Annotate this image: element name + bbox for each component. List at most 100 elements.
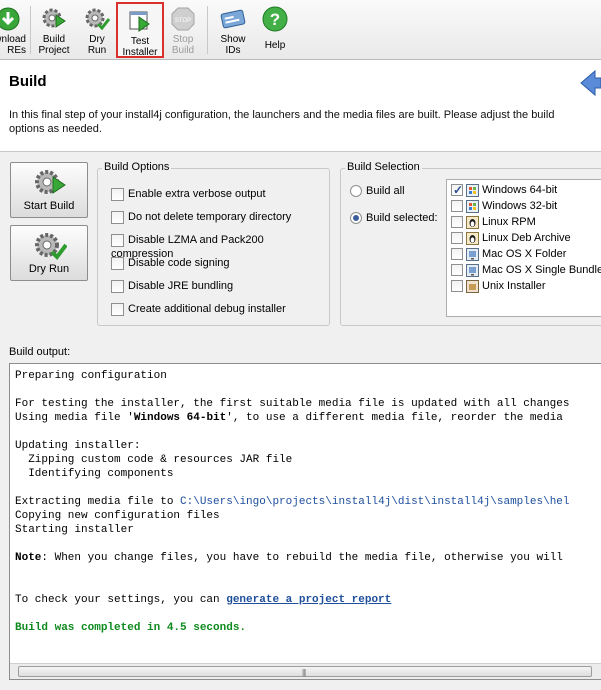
dry-run-gear-icon [35, 233, 67, 261]
option-label: Create additional debug installer [128, 303, 286, 316]
checkbox[interactable] [111, 210, 124, 224]
option-debug-installer[interactable]: Create additional debug installer [111, 302, 286, 318]
checkbox[interactable] [451, 216, 463, 229]
output-line: Updating installer: [15, 440, 141, 452]
generate-report-link[interactable]: generate a project report [226, 594, 391, 606]
output-line: Starting installer [15, 524, 134, 536]
option-label: Disable code signing [128, 257, 230, 270]
radio-button[interactable] [350, 212, 362, 225]
media-label: Linux Deb Archive [482, 232, 571, 245]
radio-label: Build all [366, 185, 405, 198]
option-keep-temp-dir[interactable]: Do not delete temporary directory [111, 210, 291, 226]
toolbar-label: wnload REs [0, 34, 26, 56]
build-gear-icon [35, 170, 66, 194]
option-disable-jre-bundling[interactable]: Disable JRE bundling [111, 279, 233, 295]
option-label: Disable JRE bundling [128, 280, 234, 293]
output-line: Extracting media file to C:\Users\ingo\p… [15, 495, 570, 509]
dry-run-label: Dry Run [28, 263, 70, 275]
page-description: In this final step of your install4j con… [9, 109, 555, 135]
output-line: Note: When you change files, you have to… [15, 551, 563, 565]
output-line: Copying new configuration files [15, 510, 220, 522]
media-file-list[interactable]: Windows 64-bit Windows 32-bit Linux RPM … [446, 179, 601, 317]
list-item[interactable]: Mac OS X Single Bundle [451, 262, 601, 278]
toolbar-separator [207, 6, 208, 54]
option-disable-code-signing[interactable]: Disable code signing [111, 256, 230, 272]
output-text: Extracting media file to [15, 496, 181, 508]
windows-media-icon [466, 183, 479, 197]
scrollbar-thumb[interactable]: ||| [18, 666, 592, 677]
back-arrow-icon[interactable] [579, 69, 601, 97]
build-options-title: Build Options [102, 161, 172, 173]
show-ids-button[interactable]: Show IDs [214, 2, 252, 58]
build-options-group: Build Options Enable extra verbose outpu… [97, 161, 330, 326]
checkbox[interactable] [111, 302, 124, 316]
list-item[interactable]: Unix Installer [451, 278, 546, 294]
output-line: Preparing configuration [15, 370, 167, 382]
windows-media-icon [466, 199, 479, 213]
build-selected-radio[interactable]: Build selected: [350, 211, 438, 227]
list-item[interactable]: Windows 64-bit [451, 182, 557, 198]
output-line: For testing the installer, the first sui… [15, 398, 570, 410]
option-verbose-output[interactable]: Enable extra verbose output [111, 187, 266, 203]
build-all-radio[interactable]: Build all [350, 184, 405, 200]
option-label: Enable extra verbose output [128, 188, 266, 201]
output-path-link[interactable]: C:\Users\ingo\projects\install4j\dist\in… [180, 496, 569, 508]
list-item[interactable]: Windows 32-bit [451, 198, 557, 214]
media-label: Linux RPM [482, 216, 536, 229]
grip-icon: ||| [302, 668, 306, 677]
build-status-line: Build was completed in 4.5 seconds. [15, 622, 247, 634]
mac-media-icon [466, 263, 479, 277]
media-label: Windows 64-bit [482, 184, 558, 197]
list-item[interactable]: Mac OS X Folder [451, 246, 566, 262]
checkbox[interactable] [111, 233, 124, 247]
checkbox[interactable] [451, 232, 463, 245]
test-installer-button[interactable]: Test Installer [116, 2, 164, 58]
option-disable-compression[interactable]: Disable LZMA and Pack200 compression [111, 233, 329, 260]
svg-text:?: ? [270, 10, 280, 29]
checkbox[interactable] [111, 279, 124, 293]
output-line: Using media file 'Windows 64-bit', to us… [15, 411, 563, 425]
horizontal-scrollbar[interactable]: ||| [10, 663, 601, 679]
output-note-label: Note [15, 552, 42, 564]
list-item[interactable]: Linux Deb Archive [451, 230, 571, 246]
build-output-console[interactable]: Preparing configuration For testing the … [9, 363, 601, 680]
checkbox[interactable] [451, 280, 463, 293]
page-header: Build In this final step of your install… [0, 60, 601, 152]
toolbar-label: Stop Build [171, 34, 195, 56]
output-media-name: Windows 64-bit [133, 412, 227, 424]
dry-run-gear-icon [85, 8, 110, 31]
media-label: Windows 32-bit [482, 200, 558, 213]
toolbar: wnload REs Build Project Dry Run Test In… [0, 0, 601, 60]
stop-build-button[interactable]: STOP Stop Build [166, 2, 200, 58]
download-jre-icon [0, 7, 20, 31]
build-selection-title: Build Selection [345, 161, 422, 173]
checkbox[interactable] [451, 200, 463, 213]
output-text: ', to use a different media file, reorde… [226, 412, 563, 424]
download-jres-button[interactable]: wnload REs [0, 2, 26, 58]
toolbar-label: Show IDs [220, 34, 246, 56]
output-line: Zipping custom code & resources JAR file [15, 454, 293, 466]
start-build-button[interactable]: Start Build [10, 162, 88, 218]
media-label: Mac OS X Folder [482, 248, 567, 261]
help-button[interactable]: ? Help [256, 2, 294, 58]
checkbox[interactable] [451, 248, 463, 261]
option-label: Do not delete temporary directory [128, 211, 292, 224]
toolbar-separator [30, 6, 31, 54]
linux-media-icon [466, 231, 479, 245]
checkbox[interactable] [111, 187, 124, 201]
radio-button[interactable] [350, 185, 362, 198]
output-text: : When you change files, you have to reb… [41, 552, 563, 564]
dry-run-button[interactable]: Dry Run [78, 2, 116, 58]
checkbox[interactable] [451, 264, 463, 277]
checkbox[interactable] [451, 182, 463, 198]
checkbox[interactable] [111, 256, 124, 270]
build-project-button[interactable]: Build Project [34, 2, 74, 58]
build-gear-icon [42, 8, 66, 28]
start-build-label: Start Build [23, 200, 75, 212]
dry-run-big-button[interactable]: Dry Run [10, 225, 88, 281]
output-line: Identifying components [15, 468, 174, 480]
media-label: Unix Installer [482, 280, 546, 293]
mac-media-icon [466, 247, 479, 261]
list-item[interactable]: Linux RPM [451, 214, 536, 230]
svg-text:STOP: STOP [175, 18, 191, 24]
